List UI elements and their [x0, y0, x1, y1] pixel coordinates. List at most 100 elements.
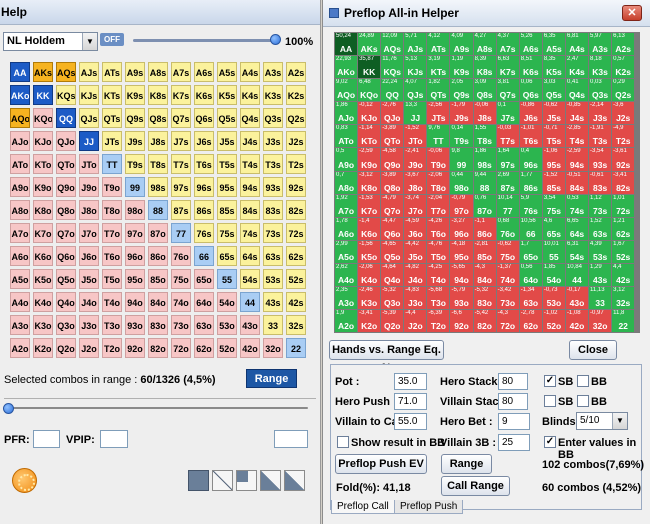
- hand-cell[interactable]: K5o: [33, 269, 53, 289]
- hand-cell[interactable]: 86o: [148, 246, 168, 266]
- hand-cell[interactable]: 52s: [286, 269, 306, 289]
- hand-cell[interactable]: 86s: [194, 200, 214, 220]
- hand-cell[interactable]: Q2s: [286, 108, 306, 128]
- equity-cell[interactable]: 4,6 65s: [542, 217, 565, 240]
- equity-cell[interactable]: -0,06 T9o: [427, 148, 450, 171]
- hand-cell[interactable]: AQo: [10, 108, 30, 128]
- equity-cell[interactable]: -3,74 J7o: [404, 194, 427, 217]
- hand-cell[interactable]: Q3o: [56, 315, 76, 335]
- corner-block-icon[interactable]: [236, 470, 257, 491]
- hand-cell[interactable]: J2s: [286, 131, 306, 151]
- hand-cell[interactable]: KK: [33, 85, 53, 105]
- equity-cell[interactable]: 13,3 JJ: [404, 102, 427, 125]
- equity-cell[interactable]: -0,06 J8s: [473, 102, 496, 125]
- equity-cell[interactable]: 1,92 A7o: [335, 194, 358, 217]
- equity-cell[interactable]: -0,12 KJo: [358, 102, 381, 125]
- hand-cell[interactable]: 96s: [194, 177, 214, 197]
- equity-cell[interactable]: 0,03 Q3s: [589, 79, 612, 102]
- preflop-push-ev-button[interactable]: Preflop Push EV: [335, 454, 427, 474]
- equity-cell[interactable]: 0,44 98o: [450, 171, 473, 194]
- equity-cell[interactable]: 8,51 K6s: [519, 56, 542, 79]
- equity-cell[interactable]: -2,56 JTs: [427, 102, 450, 125]
- hand-cell[interactable]: 85o: [148, 269, 168, 289]
- equity-cell[interactable]: -0,85 J4s: [565, 102, 589, 125]
- tab-preflop-push[interactable]: Preflop Push: [394, 500, 464, 514]
- equity-cell[interactable]: 11,13 33: [589, 287, 612, 310]
- close-icon[interactable]: ✕: [622, 5, 642, 21]
- hand-cell[interactable]: AKs: [33, 62, 53, 82]
- hand-cell[interactable]: T3o: [102, 315, 122, 335]
- hand-cell[interactable]: A3o: [10, 315, 30, 335]
- equity-cell[interactable]: 22,24 QQ: [381, 79, 404, 102]
- hand-cell[interactable]: K2s: [286, 85, 306, 105]
- hand-cell[interactable]: AJo: [10, 131, 30, 151]
- hand-cell[interactable]: KTs: [102, 85, 122, 105]
- equity-cell[interactable]: 6,65 64s: [565, 217, 589, 240]
- hand-cell[interactable]: 54o: [217, 292, 237, 312]
- equity-cell[interactable]: -2,06 K4o: [358, 263, 381, 287]
- hand-cell[interactable]: K3o: [33, 315, 53, 335]
- blinds-select[interactable]: 5/10 ▼: [576, 412, 628, 430]
- sb-checkbox-2[interactable]: [544, 395, 556, 407]
- equity-cell[interactable]: -2,41 J9o: [404, 148, 427, 171]
- equity-cell[interactable]: 0,14 T9s: [450, 125, 473, 148]
- hand-cell[interactable]: QTo: [56, 154, 76, 174]
- hand-cell[interactable]: 32o: [263, 338, 283, 358]
- equity-cell[interactable]: 1,52 63s: [589, 217, 612, 240]
- equity-cell[interactable]: 1,9 A2o: [335, 310, 358, 333]
- equity-cell[interactable]: 1,55 T8s: [473, 125, 496, 148]
- equity-cell[interactable]: 9,8 99: [450, 148, 473, 171]
- hand-cell[interactable]: 44: [240, 292, 260, 312]
- hand-cell[interactable]: QJs: [79, 108, 99, 128]
- pot-input[interactable]: 35.0: [394, 373, 427, 390]
- equity-cell[interactable]: 0,5 A9o: [335, 148, 358, 171]
- hand-cell[interactable]: 72s: [286, 223, 306, 243]
- hand-cell[interactable]: A2o: [10, 338, 30, 358]
- hand-cell[interactable]: Q3s: [263, 108, 283, 128]
- equity-cell[interactable]: 3,19 KTs: [427, 56, 450, 79]
- hand-cell[interactable]: Q8o: [56, 200, 76, 220]
- equity-cell[interactable]: 5,13 KJs: [404, 56, 427, 79]
- equity-cell[interactable]: -1,08 42o: [565, 310, 589, 333]
- orange-logo-icon[interactable]: [12, 468, 37, 493]
- hand-cell[interactable]: J9o: [79, 177, 99, 197]
- hand-cell[interactable]: Q9o: [56, 177, 76, 197]
- equity-cell[interactable]: 0,4 96s: [519, 148, 542, 171]
- filter-slider-knob[interactable]: [3, 403, 14, 414]
- hand-cell[interactable]: A4s: [240, 62, 260, 82]
- hand-cell[interactable]: 62s: [286, 246, 306, 266]
- hand-cell[interactable]: 97s: [171, 177, 191, 197]
- equity-cell[interactable]: 1,64 97s: [496, 148, 519, 171]
- equity-cell[interactable]: 4,27 A8s: [473, 33, 496, 56]
- equity-cell[interactable]: 50,24 AA: [335, 33, 358, 56]
- game-select[interactable]: NL Holdem ▼: [3, 32, 98, 51]
- equity-cell[interactable]: 4,09 A9s: [450, 33, 473, 56]
- equity-cell[interactable]: -1,37 74o: [496, 263, 519, 287]
- equity-cell[interactable]: -6,39 T2o: [427, 310, 450, 333]
- hand-cell[interactable]: 42s: [286, 292, 306, 312]
- equity-cell[interactable]: -4,42 J5o: [404, 240, 427, 263]
- equity-cell[interactable]: -0,71 T5s: [542, 125, 565, 148]
- equity-cell[interactable]: -3,67 J8o: [404, 171, 427, 194]
- equity-cell[interactable]: -0,61 83s: [589, 171, 612, 194]
- hand-cell[interactable]: A7s: [171, 62, 191, 82]
- equity-cell[interactable]: 8,18 K3s: [589, 56, 612, 79]
- hand-cell[interactable]: J3o: [79, 315, 99, 335]
- hand-cell[interactable]: K7s: [171, 85, 191, 105]
- hand-cell[interactable]: Q6o: [56, 246, 76, 266]
- equity-cell[interactable]: -2,14 J3s: [589, 102, 612, 125]
- hand-cell[interactable]: 88: [148, 200, 168, 220]
- equity-cell[interactable]: -3,89 QTo: [381, 125, 404, 148]
- equity-cell[interactable]: -4,76 T5o: [427, 240, 450, 263]
- hand-cell[interactable]: 65o: [194, 269, 214, 289]
- equity-cell[interactable]: -4,64 Q4o: [381, 263, 404, 287]
- hand-cell[interactable]: A3s: [263, 62, 283, 82]
- range-button-right[interactable]: Range: [441, 454, 492, 474]
- hand-cell[interactable]: A7o: [10, 223, 30, 243]
- hand-cell[interactable]: AJs: [79, 62, 99, 82]
- equity-cell[interactable]: -0,97 32o: [589, 310, 612, 333]
- equity-cell[interactable]: -4,58 Q9o: [381, 148, 404, 171]
- equity-cell[interactable]: -4,25 T4o: [427, 263, 450, 287]
- hand-cell[interactable]: T4o: [102, 292, 122, 312]
- equity-cell[interactable]: -2,06 T8o: [427, 171, 450, 194]
